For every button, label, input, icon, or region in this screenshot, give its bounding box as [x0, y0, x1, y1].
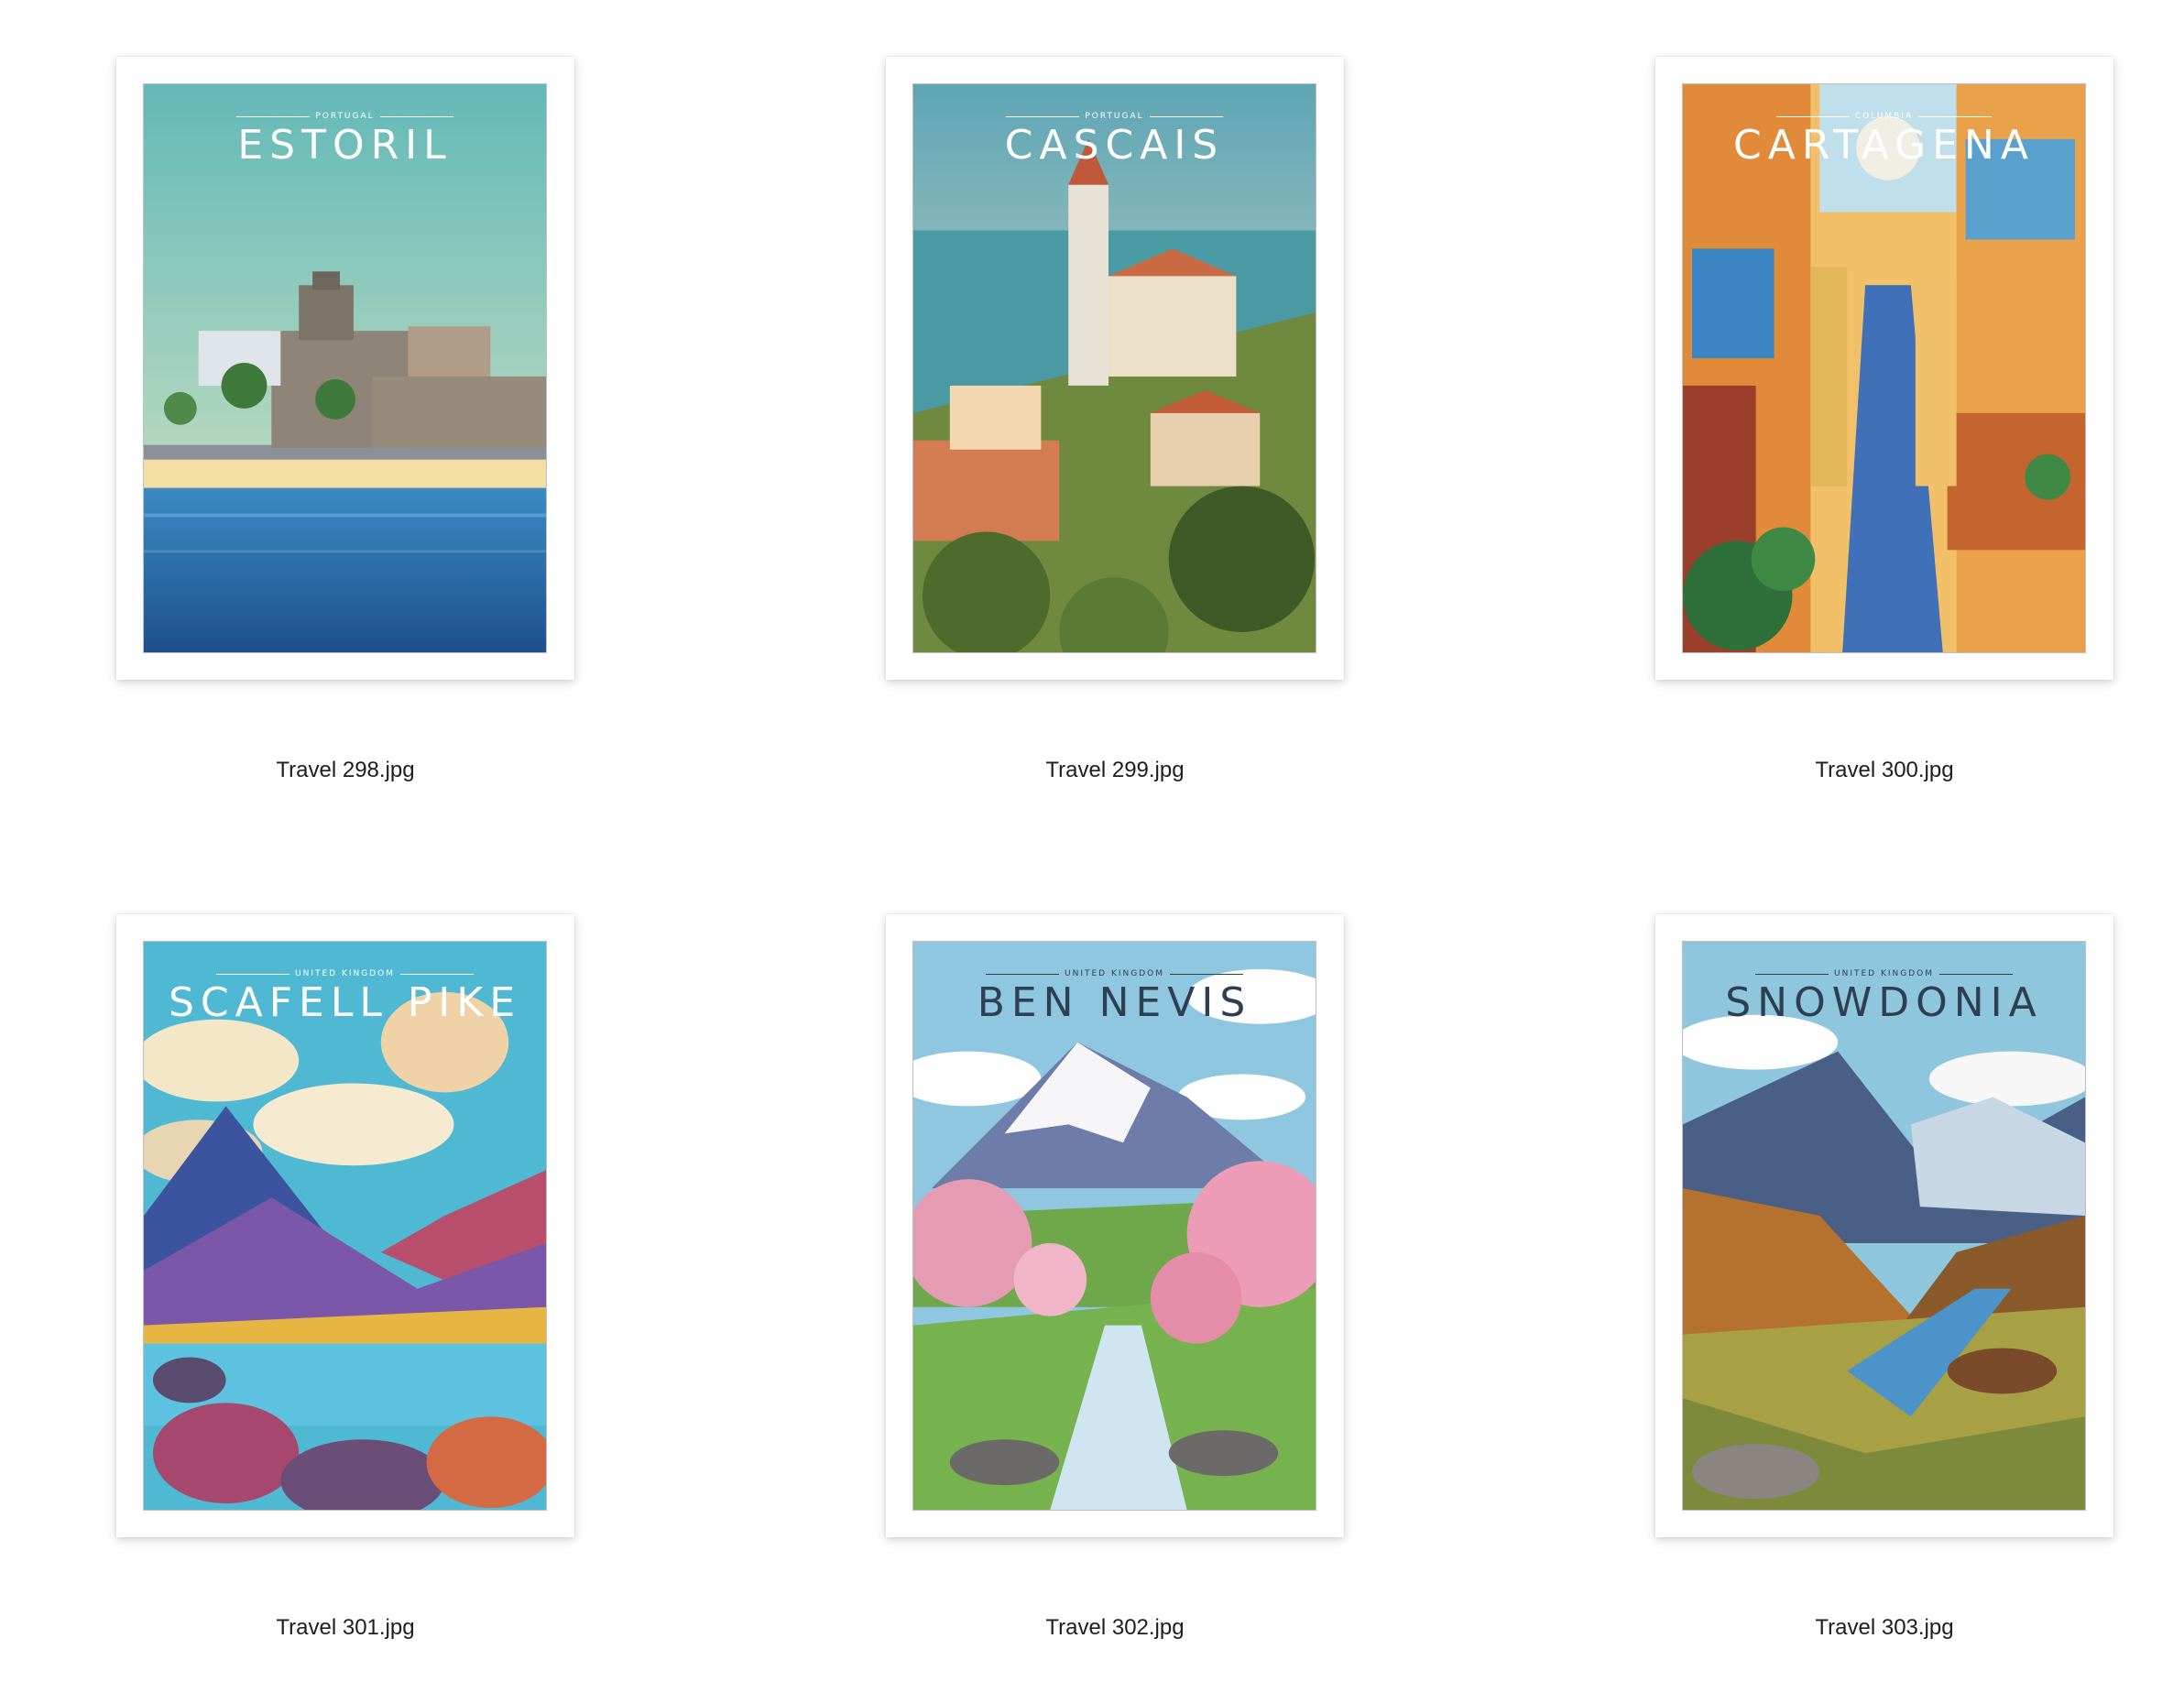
- poster-country: UNITED KINGDOM: [1755, 969, 2013, 978]
- thumbnail-frame[interactable]: UNITED KINGDOM SNOWDONIA: [1655, 914, 2113, 1537]
- ben-nevis-artwork: [913, 942, 1316, 1510]
- poster-country: UNITED KINGDOM: [216, 969, 474, 978]
- file-icon-grid: PORTUGAL ESTORIL Travel 298.jpg PORTUGAL…: [0, 0, 2184, 1682]
- poster-heading: PORTUGAL CASCAIS: [913, 106, 1316, 169]
- poster-country: PORTUGAL: [1006, 112, 1224, 121]
- cartagena-artwork: [1683, 84, 2085, 652]
- poster-heading: UNITED KINGDOM SNOWDONIA: [1683, 964, 2085, 1026]
- poster-heading: PORTUGAL ESTORIL: [144, 106, 546, 169]
- poster-thumbnail: UNITED KINGDOM BEN NEVIS: [912, 941, 1316, 1511]
- poster-heading: UNITED KINGDOM SCAFELL PIKE: [144, 964, 546, 1026]
- poster-thumbnail: UNITED KINGDOM SCAFELL PIKE: [143, 941, 547, 1511]
- cascais-artwork: [913, 84, 1316, 652]
- poster-title: ESTORIL: [237, 122, 453, 169]
- poster-title: CARTAGENA: [1733, 122, 2035, 169]
- poster-thumbnail: UNITED KINGDOM SNOWDONIA: [1682, 941, 2086, 1511]
- thumbnail-frame[interactable]: PORTUGAL CASCAIS: [886, 57, 1344, 680]
- poster-heading: UNITED KINGDOM BEN NEVIS: [913, 964, 1316, 1026]
- poster-country: PORTUGAL: [236, 112, 454, 121]
- poster-thumbnail: COLUMBIA CARTAGENA: [1682, 83, 2086, 653]
- file-name-label[interactable]: Travel 303.jpg: [1655, 1615, 2113, 1641]
- file-name-label[interactable]: Travel 298.jpg: [116, 758, 574, 783]
- poster-thumbnail: PORTUGAL ESTORIL: [143, 83, 547, 653]
- poster-country: COLUMBIA: [1775, 112, 1993, 121]
- estoril-artwork: [144, 84, 546, 652]
- poster-title: CASCAIS: [1004, 122, 1225, 169]
- file-name-label[interactable]: Travel 300.jpg: [1655, 758, 2113, 783]
- thumbnail-frame[interactable]: PORTUGAL ESTORIL: [116, 57, 574, 680]
- poster-title: SNOWDONIA: [1725, 979, 2043, 1026]
- snowdonia-artwork: [1683, 942, 2085, 1510]
- file-name-label[interactable]: Travel 302.jpg: [886, 1615, 1344, 1641]
- poster-title: BEN NEVIS: [977, 979, 1252, 1026]
- thumbnail-frame[interactable]: COLUMBIA CARTAGENA: [1655, 57, 2113, 680]
- poster-country: UNITED KINGDOM: [986, 969, 1243, 978]
- thumbnail-frame[interactable]: UNITED KINGDOM SCAFELL PIKE: [116, 914, 574, 1537]
- thumbnail-frame[interactable]: UNITED KINGDOM BEN NEVIS: [886, 914, 1344, 1537]
- scafell-pike-artwork: [144, 942, 546, 1510]
- poster-title: SCAFELL PIKE: [168, 979, 522, 1026]
- poster-thumbnail: PORTUGAL CASCAIS: [912, 83, 1316, 653]
- poster-heading: COLUMBIA CARTAGENA: [1683, 106, 2085, 169]
- file-name-label[interactable]: Travel 299.jpg: [886, 758, 1344, 783]
- file-name-label[interactable]: Travel 301.jpg: [116, 1615, 574, 1641]
